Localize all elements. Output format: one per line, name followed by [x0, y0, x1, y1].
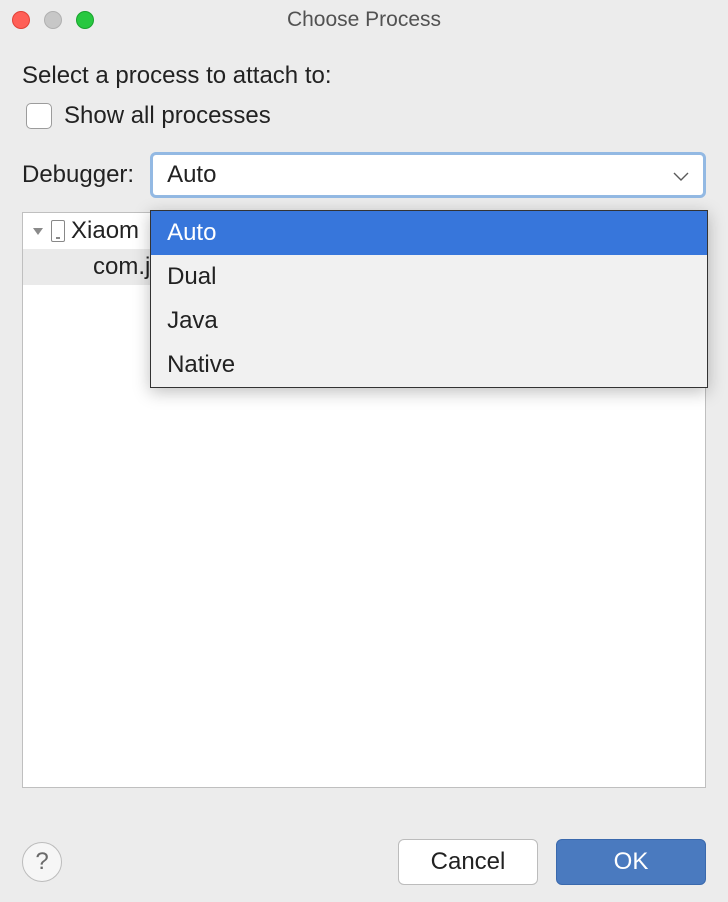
close-window-button[interactable]: [12, 11, 30, 29]
dropdown-option-native[interactable]: Native: [151, 343, 707, 387]
cancel-button[interactable]: Cancel: [398, 839, 538, 885]
ok-button[interactable]: OK: [556, 839, 706, 885]
titlebar: Choose Process: [0, 0, 728, 40]
help-button[interactable]: ?: [22, 842, 62, 882]
show-all-processes-checkbox[interactable]: [26, 103, 52, 129]
chevron-down-icon: [673, 161, 689, 189]
show-all-processes-row[interactable]: Show all processes: [26, 102, 706, 130]
tree-device-label: Xiaom: [71, 217, 139, 245]
disclosure-triangle-icon[interactable]: [31, 224, 45, 238]
debugger-select-value: Auto: [167, 161, 216, 189]
show-all-processes-label: Show all processes: [64, 102, 271, 130]
dropdown-option-auto[interactable]: Auto: [151, 211, 707, 255]
dropdown-option-dual[interactable]: Dual: [151, 255, 707, 299]
phone-icon: [51, 220, 65, 242]
maximize-window-button[interactable]: [76, 11, 94, 29]
minimize-window-button[interactable]: [44, 11, 62, 29]
traffic-lights: [12, 11, 94, 29]
cancel-button-label: Cancel: [431, 848, 506, 876]
debugger-select[interactable]: Auto: [150, 152, 706, 198]
tree-process-label: com.j: [93, 253, 150, 281]
dialog-content: Select a process to attach to: Show all …: [0, 40, 728, 788]
debugger-row: Debugger: Auto Auto Dual Java Native: [22, 152, 706, 198]
window-title: Choose Process: [0, 8, 728, 32]
debugger-select-wrap: Auto Auto Dual Java Native: [150, 152, 706, 198]
ok-button-label: OK: [614, 848, 649, 876]
help-icon: ?: [35, 848, 48, 876]
debugger-dropdown: Auto Dual Java Native: [150, 210, 708, 388]
dropdown-option-java[interactable]: Java: [151, 299, 707, 343]
dialog-footer: ? Cancel OK: [0, 822, 728, 902]
debugger-label: Debugger:: [22, 161, 134, 189]
dialog-heading: Select a process to attach to:: [22, 62, 706, 90]
